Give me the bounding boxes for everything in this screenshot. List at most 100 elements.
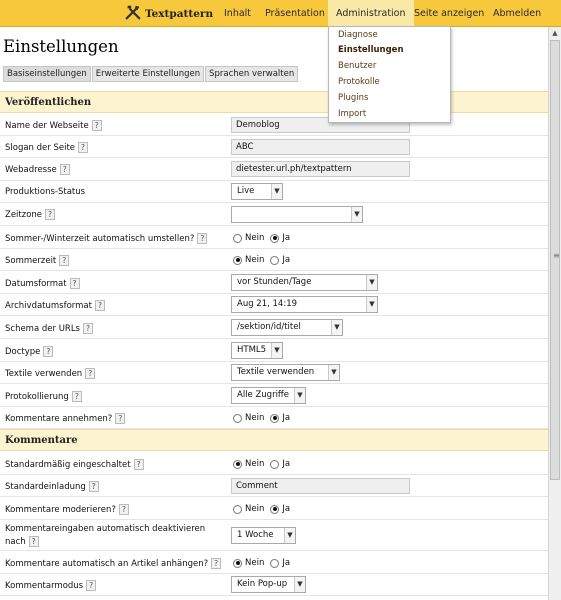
row-prod-status: Produktions-Status Live ▼: [0, 181, 548, 203]
radio-nein[interactable]: [233, 233, 242, 243]
help-icon[interactable]: ?: [59, 255, 70, 266]
scroll-up-icon[interactable]: ▲: [549, 27, 561, 39]
menu-item-protokolle[interactable]: Protokolle: [338, 77, 380, 87]
field-label: Sommer-/Winterzeit automatisch umstellen…: [5, 234, 195, 244]
row-timezone: Zeitzone? ▼: [0, 203, 548, 226]
dst-auto-radio-group: Nein Ja: [233, 233, 296, 243]
url-input[interactable]: dietester.url.ph/textpattern: [231, 161, 410, 177]
field-label: Protokollierung: [5, 392, 69, 402]
textile-select[interactable]: Textile verwenden ▼: [231, 364, 340, 381]
radio-ja[interactable]: [270, 504, 280, 514]
help-icon[interactable]: ?: [91, 120, 102, 131]
help-icon[interactable]: ?: [85, 368, 96, 379]
row-archive-format: Archivdatumsformat? Aug 21, 14:19 ▼: [0, 294, 548, 316]
nav-abmelden[interactable]: Abmelden: [493, 0, 541, 27]
doctype-select[interactable]: HTML5 ▼: [231, 342, 283, 359]
radio-nein[interactable]: [233, 504, 242, 514]
help-icon[interactable]: ?: [94, 300, 105, 311]
radio-nein[interactable]: [233, 255, 242, 265]
row-dst-auto: Sommer-/Winterzeit automatisch umstellen…: [0, 226, 548, 249]
nav-administration[interactable]: Administration: [328, 0, 414, 27]
comment-mode-select[interactable]: Kein Pop-up ▼: [231, 576, 306, 593]
row-slogan: Slogan der Seite? ABC: [0, 136, 548, 158]
radio-ja[interactable]: [270, 413, 280, 423]
radio-ja[interactable]: [270, 255, 280, 265]
row-default-invite: Standardeinladung? Comment: [0, 475, 548, 497]
help-icon[interactable]: ?: [43, 346, 54, 357]
help-icon[interactable]: ?: [69, 278, 80, 289]
help-icon[interactable]: ?: [115, 413, 126, 424]
field-label: Zeitzone: [5, 210, 43, 220]
help-icon[interactable]: ?: [83, 323, 93, 334]
chevron-down-icon: ▼: [294, 388, 305, 403]
row-auto-append: Kommentare automatisch an Artikel anhäng…: [0, 551, 548, 574]
help-icon[interactable]: ?: [59, 164, 70, 175]
administration-dropdown-menu: Diagnose Einstellungen Benutzer Protokol…: [328, 26, 451, 123]
field-label: Produktions-Status: [5, 187, 86, 197]
row-date-format: Datumsformat? vor Stunden/Tage ▼: [0, 271, 548, 294]
row-logging: Protokollierung? Alle Zugriffe ▼: [0, 384, 548, 407]
chevron-down-icon: ▼: [271, 184, 282, 199]
archive-format-select[interactable]: Aug 21, 14:19 ▼: [231, 296, 378, 313]
field-label: Kommentarmodus: [5, 581, 84, 591]
logging-select[interactable]: Alle Zugriffe ▼: [231, 387, 306, 404]
help-icon[interactable]: ?: [71, 391, 82, 402]
help-icon[interactable]: ?: [86, 580, 97, 591]
scrollbar-thumb[interactable]: ≡: [550, 40, 560, 480]
grip-icon: ≡: [553, 251, 560, 260]
row-url-schema: Schema der URLs? /sektion/id/titel ▼: [0, 316, 548, 339]
help-icon[interactable]: ?: [197, 233, 208, 244]
field-label: Standardeinladung: [5, 482, 86, 492]
field-label: Archivdatumsformat: [5, 301, 92, 311]
menu-item-diagnose[interactable]: Diagnose: [338, 30, 378, 40]
settings-tabs: Basiseinstellungen Erweiterte Einstellun…: [3, 66, 299, 82]
nav-praesentation[interactable]: Präsentation: [265, 0, 325, 27]
brand[interactable]: Textpattern: [124, 4, 213, 23]
field-label: Standardmäßig eingeschaltet: [5, 460, 131, 470]
field-label: Name der Webseite: [5, 121, 89, 131]
tab-sprachen-verwalten[interactable]: Sprachen verwalten: [205, 66, 299, 82]
radio-ja[interactable]: [270, 233, 280, 243]
radio-ja[interactable]: [270, 558, 280, 568]
default-invite-input[interactable]: Comment: [231, 478, 410, 494]
field-label: Sommerzeit: [5, 256, 57, 266]
radio-nein[interactable]: [233, 459, 242, 469]
row-url: Webadresse? dietester.url.ph/textpattern: [0, 158, 548, 181]
accept-comments-radio-group: Nein Ja: [233, 413, 296, 423]
menu-item-einstellungen[interactable]: Einstellungen: [338, 45, 404, 55]
default-on-radio-group: Nein Ja: [233, 459, 296, 469]
row-auto-disable: Kommentareingaben automatisch deaktivier…: [0, 520, 548, 551]
menu-item-plugins[interactable]: Plugins: [338, 93, 368, 103]
menu-item-import[interactable]: Import: [338, 109, 366, 119]
radio-ja[interactable]: [270, 459, 280, 469]
slogan-input[interactable]: ABC: [231, 139, 410, 155]
help-icon[interactable]: ?: [211, 558, 222, 569]
moderate-radio-group: Nein Ja: [233, 504, 296, 514]
timezone-select[interactable]: ▼: [231, 206, 363, 223]
date-format-select[interactable]: vor Stunden/Tage ▼: [231, 274, 378, 291]
tab-basiseinstellungen[interactable]: Basiseinstellungen: [3, 66, 91, 82]
help-icon[interactable]: ?: [118, 504, 129, 515]
help-icon[interactable]: ?: [88, 481, 99, 492]
radio-nein[interactable]: [233, 558, 242, 568]
help-icon[interactable]: ?: [133, 459, 144, 470]
help-icon[interactable]: ?: [45, 209, 56, 220]
field-label: Datumsformat: [5, 279, 67, 289]
row-default-on: Standardmäßig eingeschaltet? Nein Ja: [0, 452, 548, 475]
url-schema-select[interactable]: /sektion/id/titel ▼: [231, 319, 343, 336]
top-navigation-bar: Textpattern Inhalt Präsentation Administ…: [0, 0, 561, 27]
row-site-name: Name der Webseite? Demoblog: [0, 114, 548, 136]
radio-nein[interactable]: [233, 413, 242, 423]
help-icon[interactable]: ?: [78, 142, 89, 153]
chevron-down-icon: ▼: [271, 343, 282, 358]
vertical-scrollbar[interactable]: ▲ ≡: [548, 27, 561, 600]
field-label: Kommentare annehmen?: [5, 414, 113, 424]
auto-disable-select[interactable]: 1 Woche ▼: [231, 527, 296, 544]
nav-inhalt[interactable]: Inhalt: [224, 0, 251, 27]
field-label: Kommentare automatisch an Artikel anhäng…: [5, 559, 209, 569]
help-icon[interactable]: ?: [28, 536, 39, 547]
nav-seite-anzeigen[interactable]: Seite anzeigen: [414, 0, 484, 27]
tab-erweiterte-einstellungen[interactable]: Erweiterte Einstellungen: [91, 66, 205, 82]
menu-item-benutzer[interactable]: Benutzer: [338, 61, 376, 71]
prod-status-select[interactable]: Live ▼: [231, 183, 283, 200]
